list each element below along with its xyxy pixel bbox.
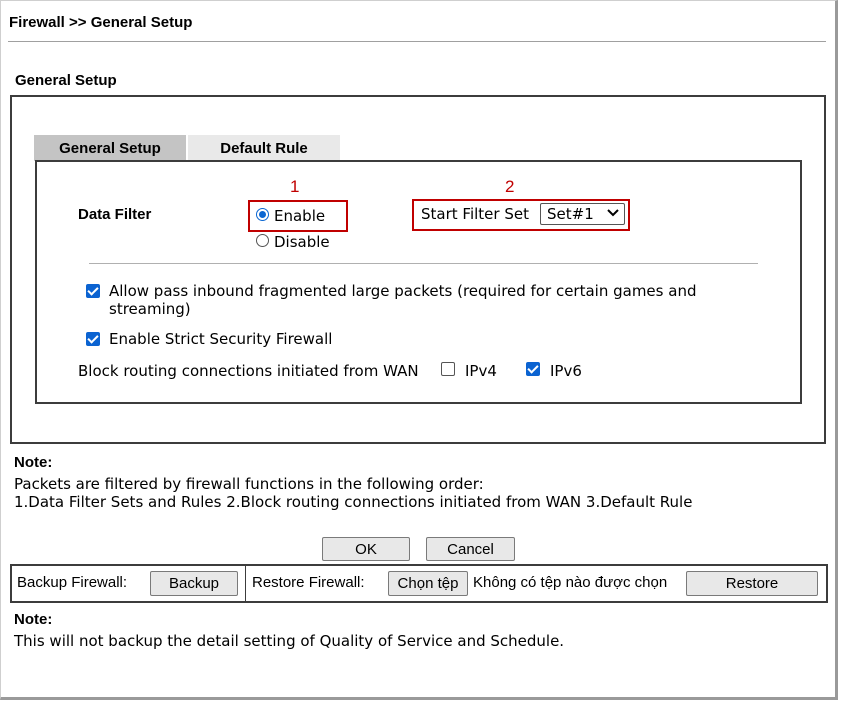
start-filter-set-select[interactable]: Set#1 bbox=[540, 203, 625, 225]
block-routing-label: Block routing connections initiated from… bbox=[78, 362, 419, 380]
backup-restore-divider bbox=[245, 564, 246, 603]
ipv6-label: IPv6 bbox=[550, 362, 582, 380]
strict-security-checkbox[interactable] bbox=[86, 332, 100, 346]
strict-security-label: Enable Strict Security Firewall bbox=[109, 330, 333, 348]
backup-firewall-label: Backup Firewall: bbox=[17, 574, 128, 591]
annotation-2: 2 bbox=[505, 177, 515, 196]
radio-enable[interactable] bbox=[256, 208, 269, 221]
note1-line2: 1.Data Filter Sets and Rules 2.Block rou… bbox=[14, 493, 693, 511]
radio-disable-dot bbox=[256, 234, 269, 247]
ok-button[interactable]: OK bbox=[322, 537, 410, 561]
tab-default-rule[interactable]: Default Rule bbox=[188, 135, 340, 161]
options-divider bbox=[89, 263, 758, 264]
start-filter-set-value: Set#1 bbox=[547, 205, 594, 223]
title-divider bbox=[8, 41, 826, 42]
radio-disable-label: Disable bbox=[274, 233, 330, 251]
note1-line1: Packets are filtered by firewall functio… bbox=[14, 475, 484, 493]
restore-firewall-label: Restore Firewall: bbox=[252, 574, 365, 591]
radio-enable-label: Enable bbox=[274, 207, 326, 225]
backup-button[interactable]: Backup bbox=[150, 571, 238, 596]
section-title: General Setup bbox=[15, 72, 117, 89]
page-title: Firewall >> General Setup bbox=[9, 14, 193, 31]
allow-pass-checkbox[interactable] bbox=[86, 284, 100, 298]
tab-general-setup[interactable]: General Setup bbox=[34, 135, 187, 161]
choose-file-button[interactable]: Chọn tệp bbox=[388, 571, 468, 596]
allow-pass-label-line1: Allow pass inbound fragmented large pack… bbox=[109, 282, 697, 300]
note2-text: This will not backup the detail setting … bbox=[14, 632, 565, 650]
cancel-button[interactable]: Cancel bbox=[426, 537, 515, 561]
note2-title: Note: bbox=[14, 611, 53, 628]
note1-title: Note: bbox=[14, 454, 53, 471]
restore-button[interactable]: Restore bbox=[686, 571, 818, 596]
start-filter-set-label: Start Filter Set bbox=[421, 205, 529, 223]
radio-enable-dot bbox=[256, 208, 269, 221]
chevron-down-icon bbox=[607, 206, 619, 223]
ipv6-checkbox[interactable] bbox=[526, 362, 540, 376]
radio-disable[interactable] bbox=[256, 234, 269, 247]
ipv4-label: IPv4 bbox=[465, 362, 497, 380]
allow-pass-label-line2: streaming) bbox=[109, 300, 191, 318]
data-filter-label: Data Filter bbox=[78, 206, 152, 223]
annotation-1: 1 bbox=[290, 177, 300, 196]
ipv4-checkbox[interactable] bbox=[441, 362, 455, 376]
no-file-chosen-text: Không có tệp nào được chọn bbox=[473, 574, 668, 591]
